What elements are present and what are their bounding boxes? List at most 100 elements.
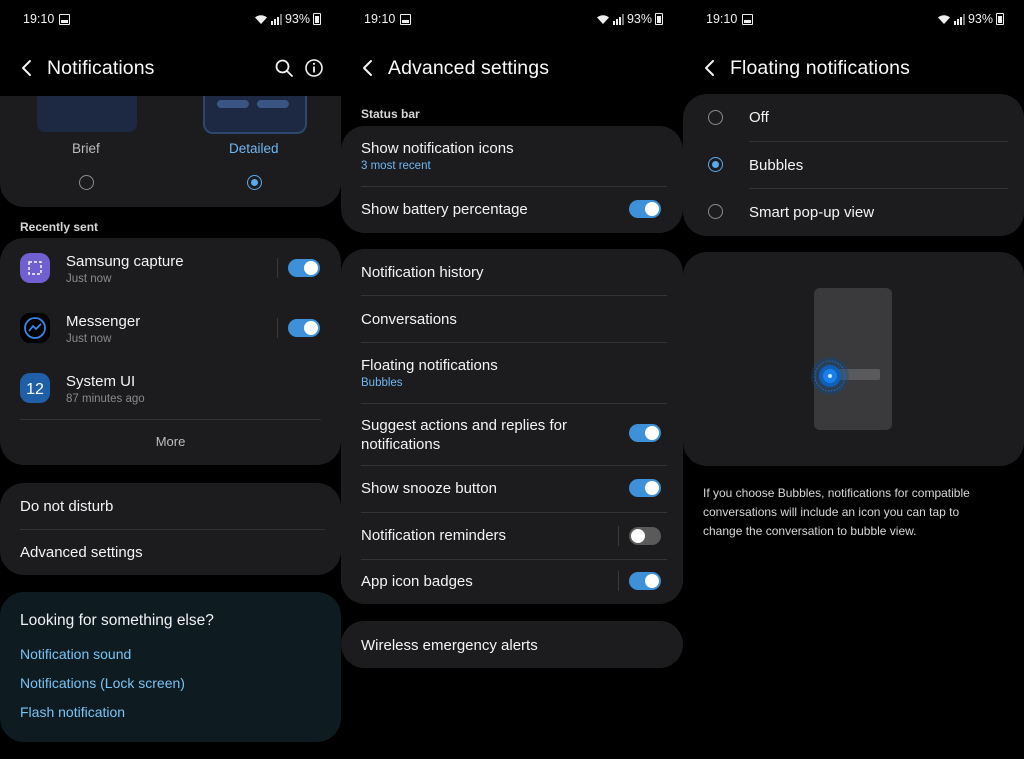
detailed-label: Detailed	[229, 141, 279, 156]
detailed-radio[interactable]	[247, 175, 262, 190]
recently-sent-card: Samsung capture Just now Messenger Just …	[0, 238, 341, 465]
app-name: System UI	[66, 373, 136, 390]
status-time: 19:10	[23, 12, 55, 26]
wifi-icon	[254, 14, 267, 24]
description-line: change the conversation to bubble view.	[703, 524, 917, 538]
battery-percent: 93%	[284, 12, 310, 26]
messenger-app-icon	[20, 313, 50, 343]
off-label: Off	[749, 109, 769, 126]
wifi-icon	[596, 14, 609, 24]
row-divider	[618, 526, 619, 546]
chevron-left-icon[interactable]	[359, 57, 377, 79]
advanced-settings-item[interactable]: Advanced settings	[0, 529, 341, 575]
battery-icon	[996, 13, 1004, 25]
show-snooze-button-label: Show snooze button	[361, 480, 497, 497]
show-notification-icons-item[interactable]: Show notification icons 3 most recent	[341, 126, 683, 186]
looking-title: Looking for something else?	[20, 612, 214, 629]
bubbles-radio[interactable]	[708, 157, 723, 172]
bubble-icon	[811, 357, 849, 395]
status-bar-label: Status bar	[361, 107, 420, 121]
notification-reminders-item[interactable]: Notification reminders	[341, 513, 683, 559]
status-time: 19:10	[706, 12, 738, 26]
option-bubbles[interactable]: Bubbles	[683, 142, 1024, 188]
status-bar-card: Show notification icons 3 most recent Sh…	[341, 126, 683, 233]
system-ui-app-icon: 12	[20, 373, 50, 403]
top-app-bar: Notifications	[0, 48, 341, 88]
battery-percentage-toggle[interactable]	[629, 200, 661, 218]
notification-reminders-toggle[interactable]	[629, 527, 661, 545]
lock-screen-notifications-link[interactable]: Notifications (Lock screen)	[20, 675, 185, 691]
svg-text:12: 12	[26, 381, 44, 398]
signal-icon	[953, 13, 965, 25]
battery-percent: 93%	[967, 12, 993, 26]
suggest-actions-toggle[interactable]	[629, 424, 661, 442]
chevron-left-icon[interactable]	[18, 57, 36, 79]
smart-popup-radio[interactable]	[708, 204, 723, 219]
info-icon[interactable]	[303, 57, 325, 79]
advanced-options-card: Notification history Conversations Float…	[341, 249, 683, 604]
suggest-actions-item[interactable]: Suggest actions and replies for notifica…	[341, 404, 683, 465]
status-bar: 19:10 93%	[0, 0, 341, 38]
brief-label: Brief	[72, 141, 100, 156]
samsung-capture-toggle[interactable]	[288, 259, 320, 277]
recently-sent-label: Recently sent	[20, 220, 99, 234]
chevron-left-icon[interactable]	[701, 57, 719, 79]
top-app-bar: Floating notifications	[683, 48, 1024, 88]
app-name: Samsung capture	[66, 253, 184, 270]
wireless-emergency-alerts-item[interactable]: Wireless emergency alerts	[341, 621, 683, 668]
more-button[interactable]: More	[0, 434, 341, 449]
notification-sound-link[interactable]: Notification sound	[20, 646, 131, 662]
page-title: Floating notifications	[730, 57, 910, 79]
show-battery-percentage-item[interactable]: Show battery percentage	[341, 187, 683, 233]
option-smart-popup[interactable]: Smart pop-up view	[683, 189, 1024, 236]
notification-history-item[interactable]: Notification history	[341, 249, 683, 295]
battery-icon	[313, 13, 321, 25]
floating-notifications-item[interactable]: Floating notifications Bubbles	[341, 343, 683, 403]
notifications-screen: 19:10 93% Notifications Brief Detailed R…	[0, 0, 341, 759]
advanced-settings-label: Advanced settings	[20, 544, 143, 561]
notification-style-card: Brief Detailed	[0, 96, 341, 207]
show-snooze-button-item[interactable]: Show snooze button	[341, 466, 683, 512]
row-divider	[277, 318, 278, 338]
status-bar: 19:10 93%	[683, 0, 1024, 38]
app-row-messenger[interactable]: Messenger Just now	[0, 298, 341, 358]
off-radio[interactable]	[708, 110, 723, 125]
option-off[interactable]: Off	[683, 94, 1024, 141]
bubbles-description: If you choose Bubbles, notifications for…	[703, 484, 1003, 541]
divider	[20, 419, 321, 420]
samsung-capture-app-icon	[20, 253, 50, 283]
app-row-samsung-capture[interactable]: Samsung capture Just now	[0, 238, 341, 298]
emergency-alerts-card: Wireless emergency alerts	[341, 621, 683, 668]
signal-icon	[270, 13, 282, 25]
conversations-item[interactable]: Conversations	[341, 296, 683, 342]
bubbles-label: Bubbles	[749, 157, 804, 174]
app-time: Just now	[66, 273, 112, 285]
do-not-disturb-item[interactable]: Do not disturb	[0, 483, 341, 529]
notification-menu-card: Do not disturb Advanced settings	[0, 483, 341, 575]
page-title: Notifications	[47, 57, 155, 79]
app-name: Messenger	[66, 313, 141, 330]
app-icon-badges-toggle[interactable]	[629, 572, 661, 590]
floating-notifications-label: Floating notifications	[361, 357, 498, 374]
looking-for-card: Looking for something else? Notification…	[0, 592, 341, 742]
search-icon[interactable]	[273, 57, 295, 79]
snooze-button-toggle[interactable]	[629, 479, 661, 497]
app-row-system-ui[interactable]: 12 System UI 87 minutes ago	[0, 358, 341, 418]
description-line: If you choose Bubbles, notifications for…	[703, 486, 970, 500]
flash-notification-link[interactable]: Flash notification	[20, 704, 125, 720]
app-icon-badges-item[interactable]: App icon badges	[341, 560, 683, 604]
battery-icon	[655, 13, 663, 25]
top-app-bar: Advanced settings	[341, 48, 683, 88]
row-divider	[277, 258, 278, 278]
bubbles-illustration-card	[683, 252, 1024, 466]
smart-popup-label: Smart pop-up view	[749, 204, 875, 221]
status-bar: 19:10 93%	[341, 0, 683, 38]
brief-radio[interactable]	[79, 175, 94, 190]
messenger-toggle[interactable]	[288, 319, 320, 337]
signal-icon	[612, 13, 624, 25]
show-battery-percentage-label: Show battery percentage	[361, 201, 528, 218]
advanced-settings-screen: 19:10 93% Advanced settings Status bar S…	[341, 0, 683, 759]
detailed-preview	[203, 96, 307, 134]
brief-preview	[37, 96, 137, 132]
floating-notifications-screen: 19:10 93% Floating notifications Off Bub…	[683, 0, 1024, 759]
